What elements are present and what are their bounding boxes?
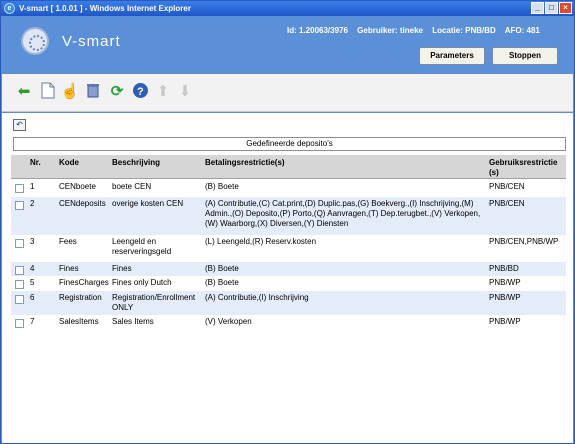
row-checkbox[interactable] bbox=[15, 184, 24, 193]
table-row[interactable]: 5 FinesCharges Fines only Dutch (B) Boet… bbox=[11, 276, 566, 291]
row-gebruik: PNB/WP bbox=[489, 278, 521, 287]
row-gebruik: PNB/CEN bbox=[489, 199, 525, 208]
table-row[interactable]: 6 Registration Registration/Enrollment O… bbox=[11, 291, 566, 315]
maximize-icon[interactable]: □ bbox=[545, 2, 558, 14]
session-user: Gebruiker: tineke bbox=[357, 26, 423, 35]
row-betaling: (B) Boete bbox=[205, 264, 239, 273]
back-arrow-icon[interactable]: ⬅ bbox=[14, 82, 34, 102]
table-row[interactable]: 7 SalesItems Sales Items (V) Verkopen PN… bbox=[11, 315, 566, 331]
column-header-nr: Nr. bbox=[30, 158, 41, 167]
row-nr: 3 bbox=[30, 237, 35, 246]
row-nr: 1 bbox=[30, 182, 35, 191]
row-checkbox[interactable] bbox=[15, 319, 24, 328]
page-title: Gedefineerde deposito's bbox=[13, 137, 566, 151]
up-arrow-icon: ⬆ bbox=[156, 83, 170, 100]
row-gebruik: PNB/CEN bbox=[489, 182, 525, 191]
svg-text:?: ? bbox=[137, 86, 144, 98]
row-beschrijving: Leengeld en reserveringsgeld bbox=[112, 237, 172, 256]
row-nr: 4 bbox=[30, 264, 35, 273]
row-beschrijving: Fines bbox=[112, 264, 132, 273]
session-info: Id: 1.20063/3976 Gebruiker: tineke Locat… bbox=[287, 26, 547, 35]
row-beschrijving: Sales Items bbox=[112, 317, 154, 326]
row-gebruik: PNB/BD bbox=[489, 264, 519, 273]
toolbar: ⬅ ☝ ⟳ ? ⬆ ⬇ bbox=[2, 74, 573, 112]
row-gebruik: PNB/CEN,PNB/WP bbox=[489, 237, 559, 246]
row-betaling: (B) Boete bbox=[205, 182, 239, 191]
row-checkbox[interactable] bbox=[15, 239, 24, 248]
column-header-beschrijving: Beschrijving bbox=[112, 158, 161, 167]
hand-select-icon[interactable]: ☝ bbox=[60, 82, 80, 102]
logo-text: V-smart bbox=[62, 33, 121, 50]
row-gebruik: PNB/WP bbox=[489, 317, 521, 326]
column-header-kode: Kode bbox=[59, 158, 79, 167]
app-header: V-smart Id: 1.20063/3976 Gebruiker: tine… bbox=[2, 17, 573, 73]
row-nr: 2 bbox=[30, 199, 35, 208]
row-betaling: (B) Boete bbox=[205, 278, 239, 287]
table-row[interactable]: 2 CENdeposits overige kosten CEN (A) Con… bbox=[11, 197, 566, 235]
row-kode: Fees bbox=[59, 237, 77, 246]
session-location: Locatie: PNB/BD bbox=[432, 26, 496, 35]
row-checkbox[interactable] bbox=[15, 295, 24, 304]
vsmart-logo-icon bbox=[21, 27, 49, 55]
row-kode: CENboete bbox=[59, 182, 96, 191]
column-header-betalingsrestrictie: Betalingsrestrictie(s) bbox=[205, 158, 285, 167]
row-kode: SalesItems bbox=[59, 317, 99, 326]
row-kode: FinesCharges bbox=[59, 278, 109, 287]
refresh-icon[interactable]: ⟳ bbox=[107, 82, 127, 102]
row-kode: Registration bbox=[59, 293, 102, 302]
row-beschrijving: Registration/Enrollment ONLY bbox=[112, 293, 196, 312]
row-beschrijving: overige kosten CEN bbox=[112, 199, 184, 208]
row-nr: 7 bbox=[30, 317, 35, 326]
row-checkbox[interactable] bbox=[15, 280, 24, 289]
row-nr: 5 bbox=[30, 278, 35, 287]
row-kode: Fines bbox=[59, 264, 79, 273]
new-document-icon[interactable] bbox=[38, 82, 58, 102]
parameters-button[interactable]: Parameters bbox=[419, 47, 485, 65]
table-row[interactable]: 4 Fines Fines (B) Boete PNB/BD bbox=[11, 262, 566, 276]
table-header: Nr. Kode Beschrijving Betalingsrestricti… bbox=[11, 155, 566, 179]
session-afo: AFO: 481 bbox=[504, 26, 540, 35]
session-id: Id: 1.20063/3976 bbox=[287, 26, 348, 35]
row-kode: CENdeposits bbox=[59, 199, 106, 208]
row-betaling: (A) Contributie,(I) Inschrijving bbox=[205, 293, 309, 302]
row-beschrijving: Fines only Dutch bbox=[112, 278, 172, 287]
row-checkbox[interactable] bbox=[15, 201, 24, 210]
help-icon[interactable]: ? bbox=[130, 82, 150, 102]
row-beschrijving: boete CEN bbox=[112, 182, 152, 191]
row-betaling: (V) Verkopen bbox=[205, 317, 252, 326]
minimize-icon[interactable]: _ bbox=[531, 2, 544, 14]
browser-window: e V-smart [ 1.0.01 ] - Windows Internet … bbox=[0, 0, 575, 444]
column-header-gebruiksrestrictie: Gebruiksrestrictie (s) bbox=[489, 158, 558, 177]
table-row[interactable]: 1 CENboete boete CEN (B) Boete PNB/CEN bbox=[11, 180, 566, 197]
window-title: V-smart [ 1.0.01 ] - Windows Internet Ex… bbox=[19, 4, 191, 13]
ie-icon: e bbox=[4, 3, 15, 14]
row-gebruik: PNB/WP bbox=[489, 293, 521, 302]
undo-icon[interactable]: ↶ bbox=[13, 119, 26, 131]
stop-button[interactable]: Stoppen bbox=[492, 47, 558, 65]
row-checkbox[interactable] bbox=[15, 266, 24, 275]
table-row[interactable]: 3 Fees Leengeld en reserveringsgeld (L) … bbox=[11, 235, 566, 262]
down-arrow-icon: ⬇ bbox=[178, 83, 192, 100]
trash-icon[interactable] bbox=[83, 82, 103, 102]
row-betaling: (L) Leengeld,(R) Reserv.kosten bbox=[205, 237, 317, 246]
row-betaling: (A) Contributie,(C) Cat.print,(D) Duplic… bbox=[205, 199, 481, 228]
close-icon[interactable]: × bbox=[559, 2, 572, 14]
row-nr: 6 bbox=[30, 293, 35, 302]
window-controls: _ □ × bbox=[531, 2, 572, 14]
window-titlebar: e V-smart [ 1.0.01 ] - Windows Internet … bbox=[1, 1, 574, 16]
content-area: ↶ Gedefineerde deposito's Nr. Kode Besch… bbox=[2, 113, 573, 443]
